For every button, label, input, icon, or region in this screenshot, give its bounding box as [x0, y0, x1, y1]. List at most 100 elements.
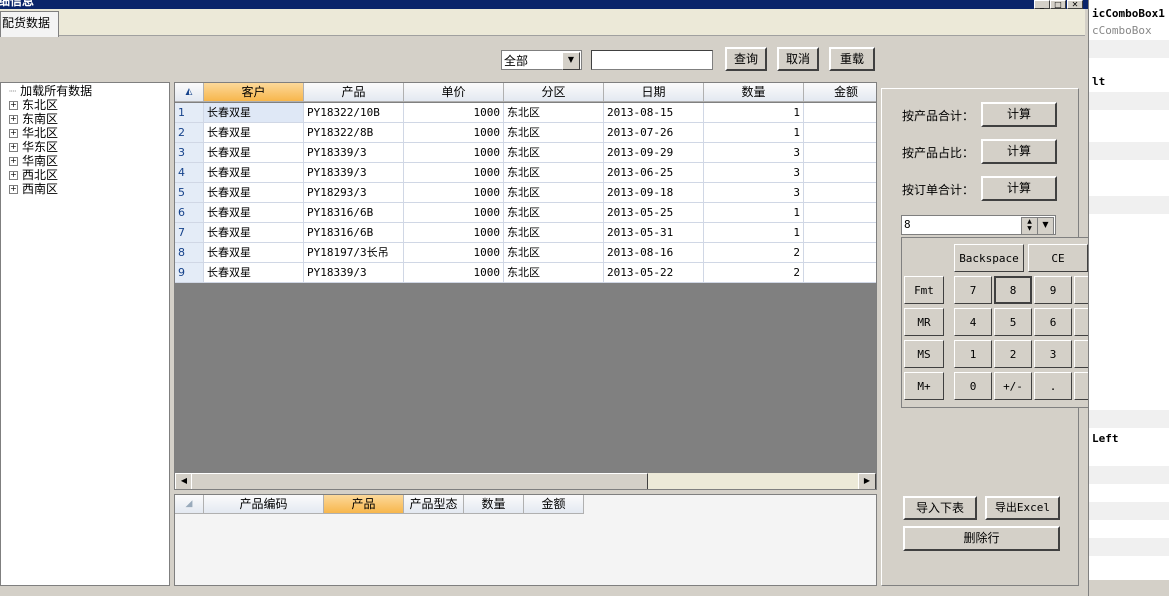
tree-node[interactable]: + 西北区	[9, 168, 58, 182]
close-button[interactable]: ✕	[1067, 0, 1083, 9]
column-header[interactable]: 金额	[804, 83, 876, 102]
query-button[interactable]: 查询	[725, 47, 767, 71]
cell-customer[interactable]: 长春双星	[204, 203, 304, 223]
expand-icon[interactable]: +	[9, 129, 18, 138]
calc-key[interactable]: .	[1034, 372, 1072, 400]
table-row[interactable]: 8 长春双星 PY18197/3长吊 1000 东北区 2013-08-16 2	[175, 243, 876, 263]
column-header[interactable]: 分区	[504, 83, 604, 102]
calc-key[interactable]: CE	[1028, 244, 1088, 272]
expand-icon[interactable]: +	[9, 115, 18, 124]
column-header[interactable]: 数量	[704, 83, 804, 102]
cell-qty[interactable]: 1	[704, 223, 804, 243]
cell-amount[interactable]	[804, 103, 876, 123]
scroll-thumb[interactable]	[191, 473, 648, 489]
cell-product[interactable]: PY18197/3长吊	[304, 243, 404, 263]
cell-price[interactable]: 1000	[404, 163, 504, 183]
tree-root[interactable]: ┈ 加载所有数据	[9, 84, 92, 98]
maximize-button[interactable]: □	[1050, 0, 1066, 9]
cell-price[interactable]: 1000	[404, 263, 504, 283]
cell-amount[interactable]	[804, 223, 876, 243]
table-row[interactable]: 1 长春双星 PY18322/10B 1000 东北区 2013-08-15 1	[175, 103, 876, 123]
cell-qty[interactable]: 1	[704, 103, 804, 123]
table-row[interactable]: 7 长春双星 PY18316/6B 1000 东北区 2013-05-31 1	[175, 223, 876, 243]
calc-key[interactable]: Backspace	[954, 244, 1024, 272]
calc-share-by-product-button[interactable]: 计算	[981, 139, 1057, 164]
table-row[interactable]: 6 长春双星 PY18316/6B 1000 东北区 2013-05-25 1	[175, 203, 876, 223]
tree-node[interactable]: + 东北区	[9, 98, 58, 112]
cell-date[interactable]: 2013-08-15	[604, 103, 704, 123]
table-row[interactable]: 2 长春双星 PY18322/8B 1000 东北区 2013-07-26 1	[175, 123, 876, 143]
cell-qty[interactable]: 2	[704, 263, 804, 283]
column-header[interactable]: 日期	[604, 83, 704, 102]
select-all-corner[interactable]: ◭	[175, 83, 204, 102]
cell-qty[interactable]: 3	[704, 143, 804, 163]
expand-icon[interactable]: +	[9, 185, 18, 194]
cell-region[interactable]: 东北区	[504, 223, 604, 243]
cell-region[interactable]: 东北区	[504, 203, 604, 223]
expand-icon[interactable]: +	[9, 143, 18, 152]
cell-region[interactable]: 东北区	[504, 103, 604, 123]
calc-key[interactable]: MR	[904, 308, 944, 336]
cell-customer[interactable]: 长春双星	[204, 243, 304, 263]
calc-key[interactable]: 1	[954, 340, 992, 368]
cell-product[interactable]: PY18316/6B	[304, 223, 404, 243]
cell-customer[interactable]: 长春双星	[204, 263, 304, 283]
column-header[interactable]: 客户	[204, 83, 304, 102]
chevron-down-icon[interactable]: ▼	[1037, 217, 1054, 235]
spin-updown-icon[interactable]: ▲ ▼	[1021, 217, 1038, 235]
calc-key[interactable]: Fmt	[904, 276, 944, 304]
cell-customer[interactable]: 长春双星	[204, 183, 304, 203]
cell-region[interactable]: 东北区	[504, 163, 604, 183]
cell-region[interactable]: 东北区	[504, 143, 604, 163]
calc-key[interactable]: 4	[954, 308, 992, 336]
row-number[interactable]: 5	[175, 183, 204, 203]
cell-product[interactable]: PY18339/3	[304, 143, 404, 163]
minimize-button[interactable]: _	[1034, 0, 1050, 9]
cell-date[interactable]: 2013-08-16	[604, 243, 704, 263]
horizontal-scrollbar[interactable]: ◀ ▶	[175, 473, 876, 489]
calc-key[interactable]: 0	[954, 372, 992, 400]
cell-qty[interactable]: 2	[704, 243, 804, 263]
cell-product[interactable]: PY18293/3	[304, 183, 404, 203]
cell-region[interactable]: 东北区	[504, 243, 604, 263]
cell-qty[interactable]: 3	[704, 163, 804, 183]
search-input[interactable]	[591, 50, 713, 70]
calc-key[interactable]: MS	[904, 340, 944, 368]
column-header[interactable]: 单价	[404, 83, 504, 102]
row-number[interactable]: 7	[175, 223, 204, 243]
tree-node[interactable]: + 华南区	[9, 154, 58, 168]
cell-qty[interactable]: 1	[704, 123, 804, 143]
row-number[interactable]: 1	[175, 103, 204, 123]
calc-key[interactable]: 5	[994, 308, 1032, 336]
cell-price[interactable]: 1000	[404, 143, 504, 163]
cell-region[interactable]: 东北区	[504, 263, 604, 283]
calc-key[interactable]: 8	[994, 276, 1032, 304]
cell-product[interactable]: PY18316/6B	[304, 203, 404, 223]
calc-key[interactable]: 9	[1034, 276, 1072, 304]
cell-customer[interactable]: 长春双星	[204, 123, 304, 143]
cell-product[interactable]: PY18339/3	[304, 163, 404, 183]
table-row[interactable]: 4 长春双星 PY18339/3 1000 东北区 2013-06-25 3	[175, 163, 876, 183]
cell-qty[interactable]: 1	[704, 203, 804, 223]
cell-date[interactable]: 2013-09-29	[604, 143, 704, 163]
export-excel-button[interactable]: 导出Excel	[985, 496, 1060, 520]
calculator-edit[interactable]: 8 ▲ ▼ ▼	[901, 215, 1056, 235]
cell-amount[interactable]	[804, 203, 876, 223]
cell-product[interactable]: PY18322/8B	[304, 123, 404, 143]
cell-date[interactable]: 2013-05-25	[604, 203, 704, 223]
cell-price[interactable]: 1000	[404, 243, 504, 263]
cancel-button[interactable]: 取消	[777, 47, 819, 71]
cell-price[interactable]: 1000	[404, 183, 504, 203]
calc-key[interactable]: 3	[1034, 340, 1072, 368]
row-number[interactable]: 8	[175, 243, 204, 263]
cell-date[interactable]: 2013-05-31	[604, 223, 704, 243]
cell-customer[interactable]: 长春双星	[204, 163, 304, 183]
column-header[interactable]: 产品型态	[404, 495, 464, 514]
row-number[interactable]: 2	[175, 123, 204, 143]
row-number[interactable]: 6	[175, 203, 204, 223]
import-button[interactable]: 导入下表	[903, 496, 977, 520]
chevron-down-icon[interactable]: ▼	[562, 52, 580, 70]
cell-amount[interactable]	[804, 163, 876, 183]
calc-key[interactable]: +/-	[994, 372, 1032, 400]
cell-date[interactable]: 2013-07-26	[604, 123, 704, 143]
